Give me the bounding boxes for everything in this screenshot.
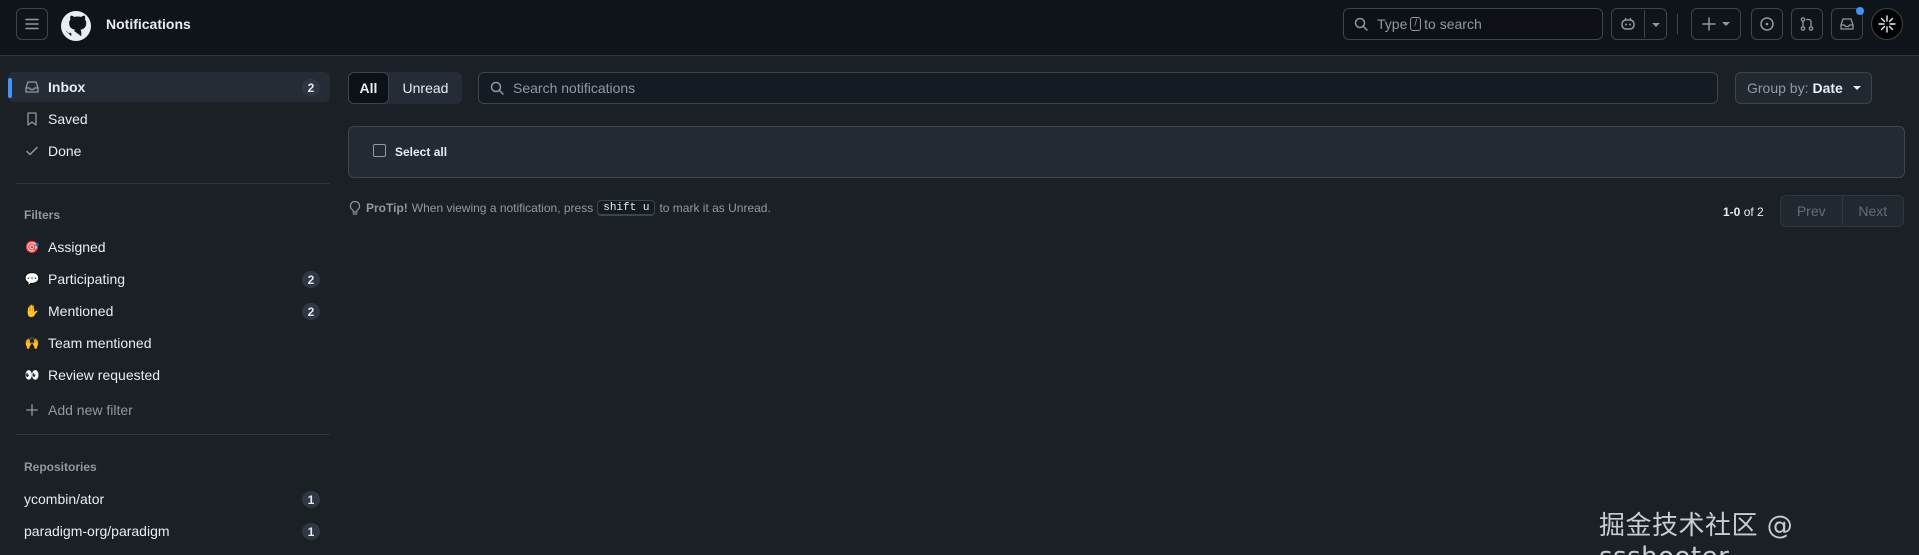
top-bar: Notifications Type / to search [0,0,1919,56]
sidebar-item-label: Participating [48,271,126,287]
filter-segmented-control: All Unread [348,72,462,104]
sidebar-item-assigned[interactable]: 🎯 Assigned [8,232,330,262]
avatar-image-icon [1878,15,1896,33]
select-all-checkbox[interactable] [373,144,386,157]
notifications-search-input[interactable]: Search notifications [478,72,1718,104]
protip-label: ProTip! [366,201,408,215]
sidebar-item-inbox[interactable]: Inbox 2 [8,72,330,102]
repo-count-badge: 1 [302,491,320,508]
chevron-down-icon [1722,22,1730,26]
sidebar-item-label: Inbox [48,79,86,95]
plus-icon [1702,17,1716,31]
sidebar-item-label: Saved [48,111,88,127]
sidebar-item-done[interactable]: Done [8,136,330,166]
sidebar-item-mentioned[interactable]: ✋ Mentioned 2 [8,296,330,326]
issues-icon [1760,17,1774,31]
sidebar-item-label: Team mentioned [48,335,152,351]
direct-hit-emoji-icon: 🎯 [24,240,40,254]
filters-heading: Filters [24,208,61,222]
pagination-summary: 1-0 of 2 [1723,205,1764,219]
pagination-total: of 2 [1743,205,1764,219]
sidebar-item-participating[interactable]: 💬 Participating 2 [8,264,330,294]
bookmark-icon [24,111,40,127]
next-button[interactable]: Next [1841,196,1904,226]
menu-icon [25,18,39,30]
pagination-range: 1-0 [1723,205,1741,219]
plus-icon [24,402,40,418]
sidebar-item-repo[interactable]: ycombin/ator 1 [8,484,330,514]
watermark: 掘金技术社区 @ ssshooter [1599,511,1794,555]
menu-button[interactable] [16,8,48,40]
sidebar-item-label: Mentioned [48,303,114,319]
select-all-label[interactable]: Select all [395,145,447,159]
search-icon [490,81,504,95]
raised-hand-emoji-icon: ✋ [24,304,40,318]
eyes-emoji-icon: 👀 [24,368,40,382]
participating-count-badge: 2 [302,271,320,288]
add-new-filter-button[interactable]: Add new filter [8,395,330,425]
tab-unread[interactable]: Unread [389,72,462,104]
repo-count-badge: 1 [302,523,320,540]
issues-button[interactable] [1751,8,1783,40]
caret-down-icon [1852,86,1861,90]
group-by-value: Date [1812,80,1843,96]
global-search-input[interactable]: Type / to search [1343,8,1603,40]
search-icon [1354,17,1368,31]
sidebar-item-label: ycombin/ator [24,491,105,507]
sidebar-divider [16,183,330,184]
sidebar-item-label: Review requested [48,367,161,383]
add-filter-label: Add new filter [48,402,133,418]
sidebar-item-review-requested[interactable]: 👀 Review requested [8,360,330,390]
copilot-icon [1621,17,1635,30]
prev-button[interactable]: Prev [1781,196,1842,226]
speech-bubble-emoji-icon: 💬 [24,272,40,286]
inbox-icon [24,79,40,95]
sidebar-item-repo[interactable]: paradigm-org/paradigm 1 [8,516,330,546]
sidebar-item-team-mentioned[interactable]: 🙌 Team mentioned [8,328,330,358]
search-shortcut-key: / [1410,17,1422,31]
inbox-count-badge: 2 [302,79,320,96]
create-new-button[interactable] [1691,8,1741,40]
raising-hands-emoji-icon: 🙌 [24,336,40,350]
protip-text: When viewing a notification, press [411,201,594,215]
inbox-icon [1840,18,1854,30]
group-by-dropdown[interactable]: Group by: Date [1735,72,1872,104]
check-icon [24,143,40,159]
repositories-heading: Repositories [24,460,97,474]
github-logo-icon[interactable] [60,10,92,42]
sidebar-item-label: paradigm-org/paradigm [24,523,170,539]
copilot-button[interactable] [1611,8,1667,40]
sidebar-item-label: Done [48,143,82,159]
search-placeholder: Search notifications [513,80,636,96]
search-suffix: to search [1424,16,1482,32]
sidebar-item-saved[interactable]: Saved [8,104,330,134]
page-title[interactable]: Notifications [106,16,191,32]
protip-text: to mark it as Unread. [659,201,771,215]
pull-requests-icon [1800,17,1814,31]
sidebar-item-label: Assigned [48,239,106,255]
group-by-label: Group by: [1747,80,1809,96]
protip: ProTip! When viewing a notification, pre… [348,200,771,216]
search-prefix: Type [1377,16,1408,32]
protip-shortcut-key: shift u [597,200,656,216]
sidebar-divider [16,434,330,435]
chevron-down-icon [1652,23,1660,27]
light-bulb-icon [349,200,361,215]
select-all-bar: Select all [348,126,1905,178]
toolbar-divider [1677,14,1678,34]
pull-requests-button[interactable] [1791,8,1823,40]
avatar[interactable] [1871,8,1903,40]
mentioned-count-badge: 2 [302,303,320,320]
tab-all[interactable]: All [348,72,389,104]
pagination: Prev Next [1780,195,1904,227]
unread-indicator-dot [1856,7,1864,15]
